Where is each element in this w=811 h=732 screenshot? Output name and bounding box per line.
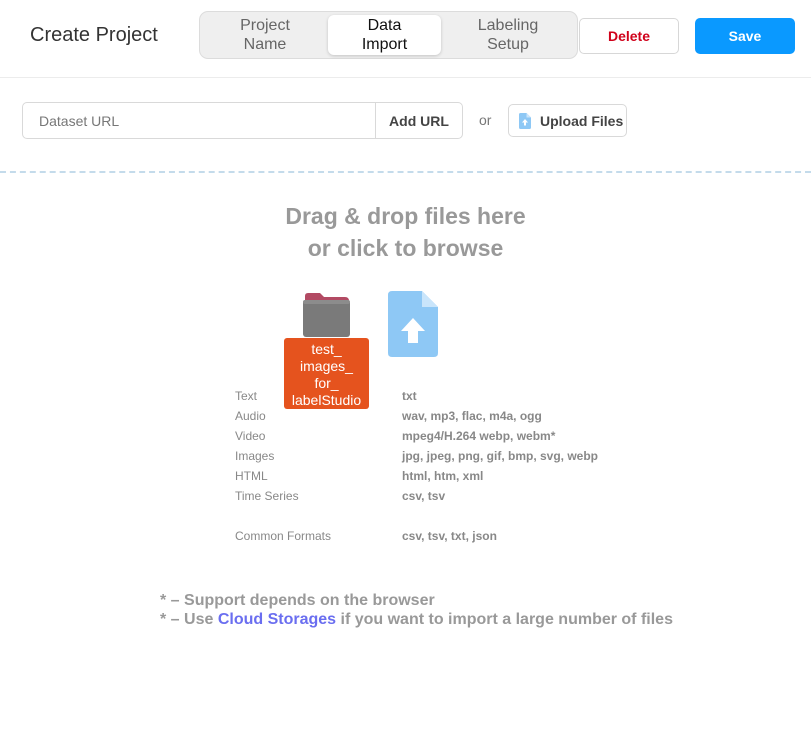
tab-project-name[interactable]: Project Name bbox=[202, 15, 328, 55]
format-extensions: csv, tsv, txt, json bbox=[402, 529, 497, 543]
cloud-storages-link[interactable]: Cloud Storages bbox=[218, 611, 336, 628]
upload-file-icon bbox=[519, 112, 531, 129]
add-url-button[interactable]: Add URL bbox=[375, 102, 463, 139]
format-extensions: html, htm, xml bbox=[402, 469, 484, 483]
format-extensions: wav, mp3, flac, m4a, ogg bbox=[402, 409, 542, 423]
note-prefix: * – Use bbox=[160, 611, 218, 628]
header: Create Project Project Name Data Import … bbox=[0, 0, 811, 78]
tab-data-import[interactable]: Data Import bbox=[328, 15, 441, 55]
format-type: Audio bbox=[235, 409, 266, 423]
format-type: Video bbox=[235, 429, 266, 443]
page-title: Create Project bbox=[30, 24, 158, 46]
format-type: Common Formats bbox=[235, 529, 332, 543]
drop-zone-title-line1: Drag & drop files here bbox=[285, 203, 526, 229]
format-type: HTML bbox=[235, 469, 268, 483]
note-suffix: if you want to import a large number of … bbox=[336, 611, 673, 628]
cloud-storage-note: * – Use Cloud Storages if you want to im… bbox=[160, 610, 673, 629]
folder-icon bbox=[303, 293, 350, 342]
format-row: Audio wav, mp3, flac, m4a, ogg bbox=[235, 409, 635, 429]
step-tabs: Project Name Data Import Labeling Setup bbox=[199, 11, 578, 59]
upload-files-button[interactable]: Upload Files bbox=[508, 104, 627, 137]
upload-file-large-icon bbox=[388, 291, 438, 362]
browser-support-note: * – Support depends on the browser bbox=[160, 592, 435, 609]
upload-files-label: Upload Files bbox=[540, 112, 624, 129]
or-label: or bbox=[479, 112, 492, 128]
format-extensions: csv, tsv bbox=[402, 489, 446, 503]
format-type: Images bbox=[235, 449, 275, 463]
format-type: Text bbox=[235, 389, 258, 403]
tab-label: Labeling Setup bbox=[477, 17, 539, 53]
import-notes: * – Support depends on the browser * – U… bbox=[160, 591, 673, 629]
dataset-url-input[interactable] bbox=[22, 102, 376, 139]
format-row: Common Formats csv, tsv, txt, json bbox=[235, 529, 635, 549]
tab-labeling-setup[interactable]: Labeling Setup bbox=[441, 15, 575, 55]
tab-label: Project Name bbox=[240, 17, 290, 53]
format-row: HTML html, htm, xml bbox=[235, 469, 635, 489]
format-type: Time Series bbox=[235, 489, 299, 503]
format-extensions: txt bbox=[402, 389, 417, 403]
tab-label: Data Import bbox=[361, 17, 408, 53]
drop-zone-title: Drag & drop files here or click to brows… bbox=[0, 200, 811, 264]
format-extensions: jpg, jpeg, png, gif, bmp, svg, webp bbox=[402, 449, 598, 463]
format-row: Video mpeg4/H.264 webp, webm* bbox=[235, 429, 635, 449]
save-button[interactable]: Save bbox=[695, 18, 795, 54]
delete-button[interactable]: Delete bbox=[579, 18, 679, 54]
drop-zone[interactable]: Drag & drop files here or click to brows… bbox=[0, 171, 811, 732]
format-row: Time Series csv, tsv bbox=[235, 489, 635, 509]
drop-zone-title-line2: or click to browse bbox=[307, 235, 504, 261]
format-row: Images jpg, jpeg, png, gif, bmp, svg, we… bbox=[235, 449, 635, 469]
format-row: Text txt bbox=[235, 389, 635, 409]
format-extensions: mpeg4/H.264 webp, webm* bbox=[402, 429, 556, 443]
